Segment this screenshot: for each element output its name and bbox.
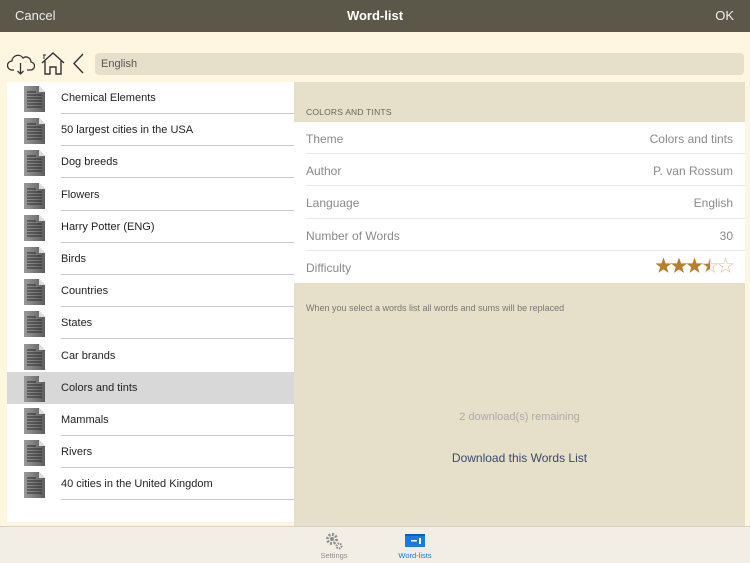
property-row: Difficulty xyxy=(294,251,745,283)
document-icon xyxy=(24,279,45,306)
path-field[interactable]: English xyxy=(95,53,744,75)
list-item-label: Colors and tints xyxy=(61,381,138,394)
difficulty-rating xyxy=(654,257,734,279)
list-item-label: Flowers xyxy=(61,188,100,201)
tab-label: Word-lists xyxy=(398,551,432,560)
ok-button[interactable]: OK xyxy=(715,8,734,23)
list-item-label: Countries xyxy=(61,285,109,298)
list-item-label: 50 largest cities in the USA xyxy=(61,124,194,137)
star-icon xyxy=(701,257,718,273)
download-button[interactable]: Download this Words List xyxy=(294,451,745,465)
property-key: Theme xyxy=(306,132,344,146)
navigation-bar: Cancel Word-list OK xyxy=(0,0,750,32)
list-item-label: Harry Potter (ENG) xyxy=(61,220,155,233)
list-item-label: Rivers xyxy=(61,446,93,459)
property-value: English xyxy=(693,196,733,211)
property-key: Language xyxy=(306,196,360,211)
section-header: COLORS AND TINTS xyxy=(306,107,392,117)
tab-settings[interactable]: Settings xyxy=(299,529,369,563)
document-icon xyxy=(24,214,45,241)
document-icon xyxy=(24,247,45,273)
word-list-list: Chemical Elements 50 largest cities in th… xyxy=(7,82,294,522)
property-row: Theme Colors and tints xyxy=(294,122,745,155)
page-title: Word-list xyxy=(346,8,404,23)
list-item[interactable]: Dog breeds xyxy=(7,146,294,179)
tab-word-lists[interactable]: Word-lists xyxy=(380,529,450,563)
list-item[interactable]: Harry Potter (ENG) xyxy=(7,211,294,243)
list-item[interactable]: 40 cities in the United Kingdom xyxy=(7,468,294,501)
replace-note: When you select a words list all words a… xyxy=(306,303,565,313)
list-item[interactable]: Car brands xyxy=(7,340,294,372)
cloud-download-icon[interactable] xyxy=(7,50,35,78)
list-item[interactable]: Flowers xyxy=(7,179,294,211)
star-icon xyxy=(685,257,703,273)
document-icon xyxy=(24,150,45,177)
property-key: Number of Words xyxy=(306,228,400,243)
document-icon xyxy=(24,86,45,112)
word-list-icon xyxy=(405,534,425,547)
list-item-label: Dog breeds xyxy=(61,156,118,169)
list-item-label: Mammals xyxy=(61,414,109,426)
list-item[interactable]: Colors and tints xyxy=(7,371,294,404)
star-icon xyxy=(670,257,687,273)
gear-icon xyxy=(326,533,343,550)
list-item-label: Chemical Elements xyxy=(61,92,156,104)
properties-table: Theme Colors and tints Author P. van Rossum… xyxy=(294,122,745,283)
property-value: 30 xyxy=(719,228,733,243)
list-item[interactable]: Birds xyxy=(7,243,294,275)
property-key: Author xyxy=(306,164,342,179)
list-item[interactable]: Rivers xyxy=(7,436,294,469)
document-icon xyxy=(24,118,45,145)
list-item[interactable]: States xyxy=(7,307,294,340)
document-icon xyxy=(24,408,45,434)
star-icon xyxy=(654,257,672,273)
document-icon xyxy=(24,375,45,402)
property-row: Number of Words 30 xyxy=(294,219,745,251)
downloads-remaining: 2 download(s) remaining xyxy=(459,411,580,423)
property-value: Colors and tints xyxy=(649,132,733,146)
property-row: Author P. van Rossum xyxy=(294,154,745,187)
property-value: P. van Rossum xyxy=(653,164,733,179)
tab-label: Settings xyxy=(320,551,348,560)
star-icon xyxy=(716,257,734,273)
list-item[interactable]: Chemical Elements xyxy=(7,82,294,114)
document-icon xyxy=(24,311,45,338)
document-icon xyxy=(24,182,45,209)
home-icon[interactable] xyxy=(40,50,66,78)
document-icon xyxy=(24,343,45,370)
list-item[interactable]: Mammals xyxy=(7,404,294,436)
property-row: Language English xyxy=(294,186,745,219)
list-item-label: States xyxy=(61,317,93,330)
property-key: Difficulty xyxy=(306,260,352,275)
document-icon xyxy=(24,472,45,499)
divider xyxy=(61,499,294,501)
back-chevron-icon[interactable] xyxy=(70,50,86,78)
document-icon xyxy=(24,440,45,467)
list-item-label: Car brands xyxy=(61,349,116,362)
list-item[interactable]: Countries xyxy=(7,275,294,308)
tab-bar: Settings Word-lists xyxy=(0,526,750,563)
list-item-label: 40 cities in the United Kingdom xyxy=(61,478,213,491)
list-item[interactable]: 50 largest cities in the USA xyxy=(7,114,294,147)
detail-panel: COLORS AND TINTS Theme Colors and tints Au… xyxy=(294,82,745,526)
list-item-label: Birds xyxy=(61,253,87,265)
toolbar: English xyxy=(0,50,750,80)
